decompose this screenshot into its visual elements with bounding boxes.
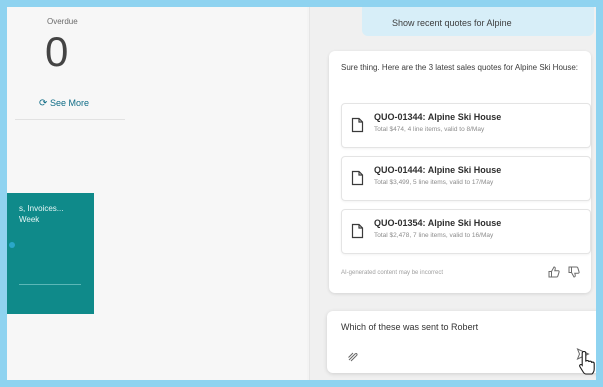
- teal-tile-line1: s, Invoices...: [19, 204, 64, 213]
- quote-title: QUO-01444: Alpine Ski House: [374, 165, 502, 175]
- user-message-bubble: Show recent quotes for Alpine: [362, 7, 594, 36]
- teal-tile-line2: Week: [19, 215, 40, 224]
- teal-tile-divider: [19, 284, 81, 285]
- copilot-response-card: Sure thing. Here are the 3 latest sales …: [329, 51, 591, 293]
- copilot-pane: Show recent quotes for Alpine Sure thing…: [309, 7, 596, 380]
- document-icon: [351, 223, 364, 239]
- overdue-tile[interactable]: Overdue 0 ⟳ See More: [29, 7, 137, 119]
- pane-resize-handle[interactable]: [9, 242, 15, 248]
- teal-activity-tile[interactable]: s, Invoices... Week: [7, 193, 94, 314]
- cursor-pointer-icon: [579, 350, 595, 375]
- see-more-link[interactable]: ⟳ See More: [39, 98, 89, 108]
- thumbs-up-icon[interactable]: [547, 265, 561, 279]
- overdue-label: Overdue: [47, 17, 78, 26]
- app-frame: Overdue 0 ⟳ See More s, Invoices... Week…: [0, 0, 603, 387]
- document-icon: [351, 117, 364, 133]
- quote-detail: Total $2,478, 7 line items, valid to 16/…: [374, 232, 494, 239]
- overdue-count: 0: [45, 28, 69, 75]
- see-more-label: See More: [50, 98, 90, 108]
- quote-detail: Total $3,499, 5 line items, valid to 17/…: [374, 179, 494, 186]
- quote-detail: Total $474, 4 line items, valid to 8/May: [374, 126, 485, 133]
- quote-card[interactable]: QUO-01444: Alpine Ski House Total $3,499…: [341, 156, 591, 201]
- response-intro-text: Sure thing. Here are the 3 latest sales …: [341, 63, 579, 72]
- quote-title: QUO-01354: Alpine Ski House: [374, 218, 502, 228]
- quote-title: QUO-01344: Alpine Ski House: [374, 112, 502, 122]
- see-more-icon: ⟳: [39, 97, 48, 109]
- quote-card[interactable]: QUO-01354: Alpine Ski House Total $2,478…: [341, 209, 591, 254]
- dashboard-pane: Overdue 0 ⟳ See More s, Invoices... Week: [7, 7, 307, 380]
- quote-card[interactable]: QUO-01344: Alpine Ski House Total $474, …: [341, 103, 591, 148]
- thumbs-down-icon[interactable]: [567, 265, 581, 279]
- document-icon: [351, 170, 364, 186]
- attach-icon[interactable]: [347, 351, 358, 362]
- tile-divider: [15, 119, 125, 120]
- chat-input-box[interactable]: [327, 311, 596, 373]
- chat-input[interactable]: [341, 322, 581, 332]
- ai-disclaimer: AI-generated content may be incorrect: [341, 270, 444, 276]
